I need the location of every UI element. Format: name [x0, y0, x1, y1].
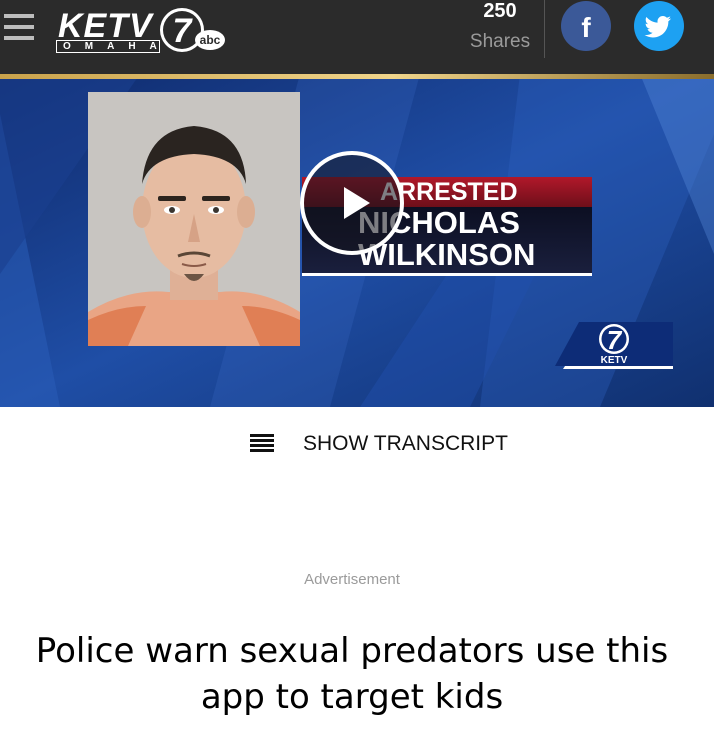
hamburger-menu-icon[interactable]	[4, 14, 34, 40]
lower-third-rule	[302, 273, 592, 276]
site-header: KETV OMAHA 7 abc 250 Shares f	[0, 0, 714, 74]
abc7-badge-icon: 7 abc	[160, 8, 225, 52]
twitter-share-button[interactable]	[634, 1, 684, 51]
twitter-bird-icon	[644, 15, 672, 38]
station-bug-label: KETV	[600, 355, 628, 366]
station-logo[interactable]: KETV OMAHA 7 abc	[54, 4, 229, 56]
share-count: 250	[483, 0, 517, 22]
mugshot-photo	[88, 92, 300, 346]
logo-wordmark: KETV	[58, 7, 153, 45]
logo-city: OMAHA	[56, 40, 160, 53]
share-counter: 250 Shares	[462, 0, 538, 60]
article-headline: Police warn sexual predators use this ap…	[35, 631, 669, 717]
station-bug: 7 KETV	[555, 322, 673, 372]
svg-text:abc: abc	[200, 33, 221, 47]
play-button[interactable]	[300, 151, 404, 255]
video-top-rule	[0, 74, 714, 79]
facebook-share-button[interactable]: f	[561, 1, 611, 51]
svg-text:f: f	[581, 12, 591, 43]
share-divider	[544, 0, 545, 58]
svg-text:7: 7	[173, 12, 194, 50]
show-transcript-label: SHOW TRANSCRIPT	[303, 432, 508, 455]
show-transcript-button[interactable]: SHOW TRANSCRIPT	[250, 430, 510, 460]
facebook-icon: f	[581, 12, 591, 43]
video-player[interactable]: ARRESTED NICHOLAS WILKINSON 7 KETV	[0, 74, 714, 407]
share-count-label: Shares	[469, 31, 531, 52]
transcript-lines-icon	[250, 434, 274, 454]
advertisement-label: Advertisement	[304, 571, 400, 588]
svg-text:7: 7	[607, 325, 623, 355]
play-icon	[344, 187, 370, 219]
